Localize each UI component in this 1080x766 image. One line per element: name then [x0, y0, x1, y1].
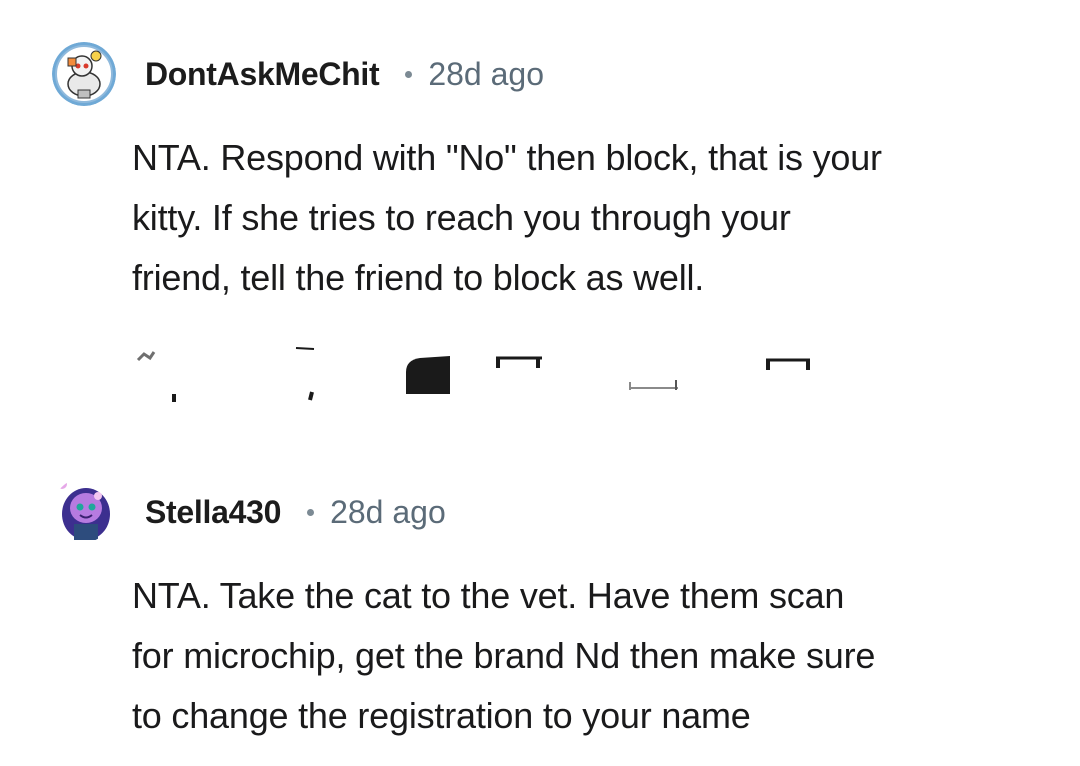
- user-avatar[interactable]: [52, 42, 116, 106]
- comment-body: NTA. Respond with "No" then block, that …: [132, 128, 1032, 308]
- user-avatar[interactable]: [52, 478, 116, 542]
- comment-meta: DontAskMeChit 28d ago: [145, 50, 544, 98]
- comment-body: NTA. Take the cat to the vet. Have them …: [132, 566, 1032, 746]
- more-options-icon[interactable]: [764, 358, 814, 384]
- comment-meta: Stella430 28d ago: [145, 488, 446, 536]
- comment-line: friend, tell the friend to block as well…: [132, 257, 705, 298]
- comment-line: for microchip, get the brand Nd then mak…: [132, 635, 876, 676]
- timestamp: 28d ago: [330, 493, 446, 530]
- share-icon[interactable]: [494, 356, 544, 386]
- username[interactable]: Stella430: [145, 494, 281, 531]
- username[interactable]: DontAskMeChit: [145, 56, 380, 93]
- downvote-icon[interactable]: [292, 346, 340, 406]
- comment-line: kitty. If she tries to reach you through…: [132, 197, 791, 238]
- comment-line: to change the registration to your name: [132, 695, 751, 736]
- separator-dot: [307, 508, 315, 516]
- upvote-icon[interactable]: [136, 346, 184, 406]
- comment-line: NTA. Respond with "No" then block, that …: [132, 137, 882, 178]
- separator-dot: [405, 70, 413, 78]
- timestamp: 28d ago: [428, 55, 544, 92]
- reply-icon[interactable]: [404, 354, 454, 398]
- comment-action-bar: [132, 340, 832, 410]
- award-icon[interactable]: [626, 376, 682, 396]
- snoo-avatar-icon: [52, 478, 116, 542]
- snoo-avatar-icon: [52, 42, 116, 106]
- comment-line: NTA. Take the cat to the vet. Have them …: [132, 575, 845, 616]
